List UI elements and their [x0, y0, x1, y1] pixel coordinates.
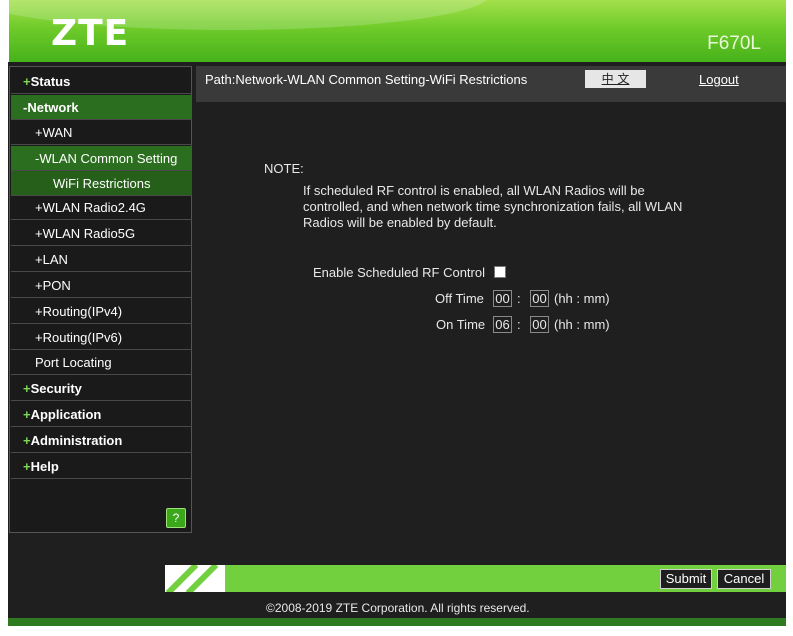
- off-time-minute-input[interactable]: 00: [530, 290, 549, 307]
- sidebar-item-label: Routing(IPv6): [42, 330, 123, 345]
- expand-icon: +: [35, 278, 43, 293]
- note-title: NOTE:: [264, 161, 304, 176]
- sidebar-item-label: LAN: [42, 252, 68, 267]
- sidebar-item-label: Status: [30, 74, 71, 89]
- sidebar-item-wifi-restrictions[interactable]: WiFi Restrictions: [11, 171, 192, 196]
- sidebar-item-label: WAN: [42, 125, 73, 140]
- sidebar-item-label: WLAN Radio2.4G: [42, 200, 146, 215]
- sidebar-item-label: Security: [30, 381, 82, 396]
- sidebar-item-label: WLAN Radio5G: [42, 226, 136, 241]
- bottom-strip: [8, 618, 786, 626]
- time-separator: :: [517, 291, 521, 306]
- sidebar-item-wlan-radio-5g[interactable]: +WLAN Radio5G: [11, 221, 192, 246]
- question-icon[interactable]: ?: [166, 508, 186, 528]
- sidebar-item-label: Application: [30, 407, 102, 422]
- sidebar-item-lan[interactable]: +LAN: [11, 247, 192, 272]
- sidebar: +Status -Network +WAN -WLAN Common Setti…: [9, 66, 192, 533]
- on-time-minute-input[interactable]: 00: [530, 316, 549, 333]
- sidebar-item-label: Administration: [30, 433, 123, 448]
- on-time-label: On Time: [436, 317, 486, 332]
- enable-scheduled-rf-checkbox[interactable]: [494, 266, 506, 278]
- time-separator: :: [517, 317, 521, 332]
- submit-button[interactable]: Submit: [660, 569, 712, 589]
- on-time-hour-input[interactable]: 06: [493, 316, 512, 333]
- footer-bar: Submit Cancel: [165, 565, 786, 592]
- language-switch[interactable]: 中 文: [585, 70, 646, 88]
- sidebar-item-application[interactable]: +Application: [11, 402, 192, 427]
- header-banner: ZTE F670L: [9, 0, 786, 62]
- cancel-button[interactable]: Cancel: [717, 569, 771, 589]
- sidebar-item-network[interactable]: -Network: [11, 95, 192, 120]
- expand-icon: +: [35, 200, 43, 215]
- path-bar: Path:Network-WLAN Common Setting-WiFi Re…: [196, 66, 786, 102]
- sidebar-item-label: WLAN Common Setting: [39, 151, 178, 166]
- sidebar-item-routing-ipv4[interactable]: +Routing(IPv4): [11, 299, 192, 324]
- expand-icon: +: [23, 433, 31, 448]
- sidebar-item-port-locating[interactable]: Port Locating: [11, 350, 192, 375]
- sidebar-item-label: Routing(IPv4): [42, 304, 123, 319]
- off-time-hour-input[interactable]: 00: [493, 290, 512, 307]
- sidebar-item-label: WiFi Restrictions: [53, 176, 151, 191]
- sidebar-item-label: Network: [27, 100, 79, 115]
- expand-icon: +: [23, 407, 31, 422]
- sidebar-item-wlan-common-setting[interactable]: -WLAN Common Setting: [11, 146, 192, 171]
- sidebar-item-administration[interactable]: +Administration: [11, 428, 192, 453]
- sidebar-item-label: PON: [42, 278, 71, 293]
- enable-scheduled-rf-label: Enable Scheduled RF Control: [313, 265, 485, 280]
- expand-icon: +: [23, 459, 31, 474]
- expand-icon: +: [23, 74, 31, 89]
- sidebar-item-label: Port Locating: [35, 355, 112, 370]
- sidebar-item-label: Help: [30, 459, 59, 474]
- expand-icon: +: [35, 330, 43, 345]
- zte-logo: ZTE: [51, 13, 130, 54]
- off-time-label: Off Time: [435, 291, 484, 306]
- sidebar-item-wan[interactable]: +WAN: [11, 120, 192, 145]
- expand-icon: +: [35, 125, 43, 140]
- expand-icon: +: [35, 304, 43, 319]
- sidebar-item-routing-ipv6[interactable]: +Routing(IPv6): [11, 325, 192, 350]
- sidebar-item-security[interactable]: +Security: [11, 376, 192, 401]
- time-format-hint: (hh : mm): [554, 317, 610, 332]
- logout-link[interactable]: Logout: [699, 72, 739, 87]
- model-name: F670L: [707, 33, 761, 54]
- sidebar-item-wlan-radio-2-4g[interactable]: +WLAN Radio2.4G: [11, 195, 192, 220]
- expand-icon: +: [23, 381, 31, 396]
- time-format-hint: (hh : mm): [554, 291, 610, 306]
- content-area: NOTE: If scheduled RF control is enabled…: [196, 102, 786, 562]
- expand-icon: +: [35, 226, 43, 241]
- expand-icon: +: [35, 252, 43, 267]
- sidebar-item-help[interactable]: +Help: [11, 454, 192, 479]
- decorative-stripes: [165, 565, 225, 592]
- copyright-text: ©2008-2019 ZTE Corporation. All rights r…: [266, 601, 530, 615]
- breadcrumb: Path:Network-WLAN Common Setting-WiFi Re…: [205, 72, 528, 87]
- sidebar-item-pon[interactable]: +PON: [11, 273, 192, 298]
- note-text: If scheduled RF control is enabled, all …: [303, 183, 683, 230]
- sidebar-item-status[interactable]: +Status: [11, 69, 192, 94]
